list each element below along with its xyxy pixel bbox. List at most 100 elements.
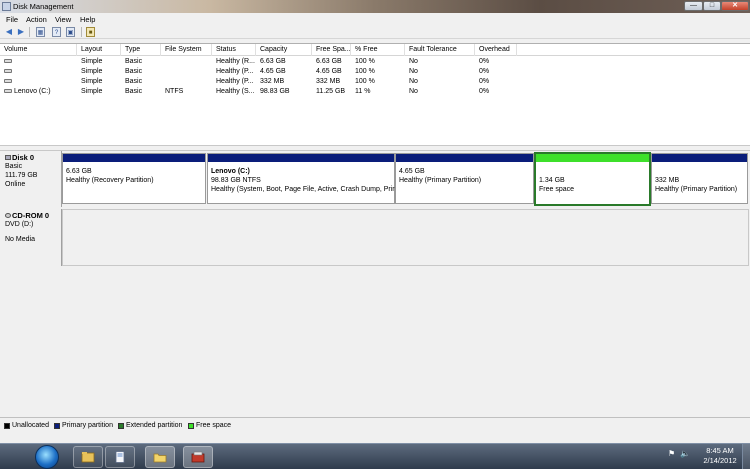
free-space-cell: 4.65 GB	[316, 68, 342, 75]
disk-icon[interactable]: ■	[86, 27, 95, 37]
cdrom0-volume-area[interactable]	[62, 209, 749, 266]
minimize-button[interactable]: —	[684, 1, 703, 11]
taskbar: ⚑ 🔈 8:45 AM 2/14/2012	[0, 443, 750, 469]
volume-row[interactable]: Simple Basic Healthy (P... 4.65 GB 4.65 …	[0, 67, 750, 77]
disk-graphical-view: Disk 0 Basic 111.79 GB Online 6.63 GB He…	[0, 151, 750, 417]
hard-disk-icon	[5, 155, 11, 160]
disk-management-icon[interactable]	[183, 446, 213, 468]
partition-status: Free space	[539, 186, 575, 193]
show-desktop-button[interactable]	[742, 444, 750, 469]
partition-primary-2[interactable]: 332 MB Healthy (Primary Partition)	[651, 153, 748, 204]
cdrom0-drive: DVD (D:)	[5, 221, 34, 228]
capacity-cell: 98.83 GB	[260, 88, 290, 95]
fault-tolerance-cell: No	[409, 88, 418, 95]
menu-help[interactable]: Help	[80, 15, 95, 24]
cdrom0-name: CD-ROM 0	[12, 211, 50, 220]
cdrom0-label[interactable]: CD-ROM 0 DVD (D:) No Media	[2, 209, 62, 266]
console-icon[interactable]: ▣	[66, 27, 75, 37]
back-arrow-icon[interactable]: ◀	[4, 27, 14, 37]
volume-icon[interactable]: 🔈	[680, 449, 690, 458]
type-cell: Basic	[125, 88, 143, 95]
fault-tolerance-cell: No	[409, 68, 418, 75]
close-button[interactable]: ✕	[721, 1, 749, 11]
column-capacity[interactable]: Capacity	[256, 44, 312, 56]
layout-cell: Simple	[81, 68, 103, 75]
menu-bar: File Action View Help	[0, 13, 750, 25]
toolbar-separator	[29, 27, 30, 37]
volume-cell	[0, 77, 77, 87]
volume-row[interactable]: Lenovo (C:) Simple Basic NTFS Healthy (S…	[0, 87, 750, 97]
cd-rom-icon	[5, 213, 11, 218]
document-icon[interactable]	[105, 446, 135, 468]
help-icon[interactable]: ?	[52, 27, 61, 37]
column-headers: Volume Layout Type File System Status Ca…	[0, 44, 750, 56]
title-bar: Disk Management — □ ✕	[0, 0, 750, 13]
column-overhead[interactable]: Overhead	[475, 44, 517, 56]
free-space-cell: 332 MB	[316, 78, 341, 85]
capacity-cell: 4.65 GB	[260, 68, 286, 75]
partition-size: 4.65 GB	[399, 168, 425, 175]
layout-cell: Simple	[81, 78, 103, 85]
menu-file[interactable]: File	[6, 15, 18, 24]
column-free-space[interactable]: Free Spa...	[312, 44, 351, 56]
capacity-cell: 332 MB	[260, 78, 285, 85]
toolbar-separator	[81, 27, 82, 37]
disk0-size: 111.79 GB	[5, 172, 38, 179]
properties-icon[interactable]: ▦	[36, 27, 45, 37]
clock[interactable]: 8:45 AM 2/14/2012	[700, 446, 740, 466]
menu-view[interactable]: View	[55, 15, 71, 24]
type-cell: Basic	[125, 68, 143, 75]
overhead-cell: 0%	[479, 58, 490, 65]
partition-lenovo-c[interactable]: Lenovo (C:) 98.83 GB NTFS Healthy (Syste…	[207, 153, 395, 204]
file-system-cell: NTFS	[165, 88, 184, 95]
partition-recovery[interactable]: 6.63 GB Healthy (Recovery Partition)	[62, 153, 206, 204]
layout-cell: Simple	[81, 58, 103, 65]
start-button[interactable]	[35, 445, 59, 469]
partition-size: 332 MB	[655, 177, 680, 184]
disk0-type: Basic	[5, 163, 23, 170]
free-space-bar	[536, 154, 649, 162]
legend-unallocated: Unallocated	[4, 422, 49, 429]
window-title: Disk Management	[13, 2, 74, 11]
status-cell: Healthy (P...	[216, 68, 254, 75]
menu-action[interactable]: Action	[26, 15, 47, 24]
column-file-system[interactable]: File System	[161, 44, 212, 56]
volume-row[interactable]: Simple Basic Healthy (R... 6.63 GB 6.63 …	[0, 57, 750, 67]
windows-explorer-icon[interactable]	[73, 446, 103, 468]
partition-primary-1[interactable]: 4.65 GB Healthy (Primary Partition)	[395, 153, 534, 204]
overhead-cell: 0%	[479, 88, 490, 95]
partition-status: Healthy (Primary Partition)	[399, 177, 482, 184]
column-fault-tolerance[interactable]: Fault Tolerance	[405, 44, 475, 56]
drive-icon	[4, 89, 12, 94]
percent-free-cell: 100 %	[355, 68, 375, 75]
type-cell: Basic	[125, 58, 143, 65]
flag-icon[interactable]: ⚑	[668, 449, 675, 458]
primary-partition-bar	[652, 154, 747, 162]
column-percent-free[interactable]: % Free	[351, 44, 405, 56]
folder-icon[interactable]	[145, 446, 175, 468]
partition-free-space[interactable]: 1.34 GB Free space	[534, 152, 651, 206]
maximize-button[interactable]: □	[703, 1, 721, 11]
clock-date: 2/14/2012	[703, 456, 737, 465]
primary-partition-bar	[396, 154, 533, 162]
overhead-cell: 0%	[479, 78, 490, 85]
volume-list[interactable]: Volume Layout Type File System Status Ca…	[0, 43, 750, 145]
disk0-label[interactable]: Disk 0 Basic 111.79 GB Online	[2, 151, 62, 207]
column-status[interactable]: Status	[212, 44, 256, 56]
primary-partition-bar	[208, 154, 394, 162]
column-type[interactable]: Type	[121, 44, 161, 56]
percent-free-cell: 100 %	[355, 58, 375, 65]
partition-size: 6.63 GB	[66, 168, 92, 175]
volume-row[interactable]: Simple Basic Healthy (P... 332 MB 332 MB…	[0, 77, 750, 87]
forward-arrow-icon[interactable]: ▶	[16, 27, 26, 37]
file-system-cell	[161, 57, 212, 67]
column-layout[interactable]: Layout	[77, 44, 121, 56]
volume-cell	[0, 67, 77, 77]
status-cell: Healthy (R...	[216, 58, 255, 65]
legend-swatch	[118, 422, 124, 429]
status-cell: Healthy (S...	[216, 88, 255, 95]
column-volume[interactable]: Volume	[0, 44, 77, 56]
legend-swatch	[188, 422, 194, 429]
capacity-cell: 6.63 GB	[260, 58, 286, 65]
partition-status: Healthy (Recovery Partition)	[66, 177, 154, 184]
